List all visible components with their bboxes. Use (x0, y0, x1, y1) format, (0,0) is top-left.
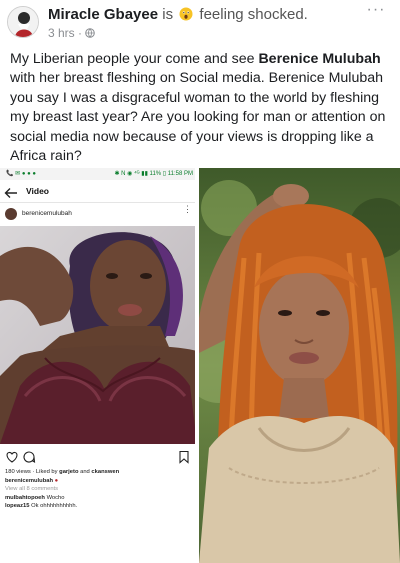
post-time[interactable]: 3 hrs (48, 26, 75, 40)
more-vertical-icon: ⋮ (183, 204, 192, 214)
instagram-avatar (5, 208, 17, 220)
more-horizontal-icon: ··· (366, 1, 386, 18)
instagram-screenshot-photo[interactable]: 📞 ✉ ● ● ● ✱ N ◉ ⁴ᴳ ▮▮ 11% ▯ 11:58 PM Vid… (0, 168, 197, 563)
views-line: 180 views · Liked by garjeto and ckanswe… (5, 468, 195, 477)
views-text: 180 views · Liked by (5, 469, 58, 475)
instagram-nav-title: Video (26, 186, 49, 196)
author-avatar[interactable] (7, 6, 39, 38)
globe-icon (85, 27, 96, 38)
comment-2-user: lopeaz15 (5, 503, 30, 510)
post-meta: 3 hrs · (48, 26, 96, 40)
phone-status-bar: 📞 ✉ ● ● ● ✱ N ◉ ⁴ᴳ ▮▮ 11% ▯ 11:58 PM (0, 168, 195, 180)
instagram-username: berenicemulubah (22, 210, 72, 217)
post-text-part1: My Liberian people your come and see (10, 51, 259, 67)
liker-1: garjeto (59, 469, 79, 475)
post-text: My Liberian people your come and see Ber… (10, 50, 392, 166)
heart-icon[interactable] (5, 450, 19, 464)
caption-user: berenicemulubah (5, 477, 53, 484)
divider (0, 202, 195, 203)
comment-1-user: mulbahtopoeh (5, 494, 45, 501)
instagram-caption: 180 views · Liked by garjeto and ckanswe… (5, 468, 195, 511)
post-header: Miracle Gbayee is feeling shocked. 3 hrs… (0, 0, 400, 44)
instagram-action-bar (0, 448, 195, 466)
liker-2: ckanswen (91, 469, 120, 475)
comment-1-text: Wocho (46, 494, 65, 501)
post-text-part2: with her breast fleshing on Social media… (10, 70, 386, 165)
meta-separator: · (78, 26, 83, 40)
shocked-emoji-icon (179, 7, 193, 21)
caption-line: berenicemulubah ● (5, 477, 195, 486)
bookmark-icon[interactable] (177, 450, 191, 464)
and-word: and (80, 469, 90, 475)
comment-2-text: Ok ohhhhhhhhhh. (31, 503, 78, 510)
status-left: 📞 ✉ ● ● ● (6, 171, 37, 177)
portrait-photo[interactable] (199, 168, 400, 563)
instagram-nav-bar: Video (0, 182, 195, 202)
caption-emoji-icon: ● (54, 477, 59, 484)
header-title: Miracle Gbayee is feeling shocked. (48, 6, 308, 24)
feeling-text: feeling shocked. (199, 6, 308, 23)
view-comments-link: View all 8 comments (5, 486, 59, 493)
is-word: is (162, 6, 174, 23)
more-options-button[interactable]: ··· (366, 1, 386, 20)
instagram-video-frame (0, 226, 195, 444)
back-arrow-icon (4, 186, 18, 198)
status-right: ✱ N ◉ ⁴ᴳ ▮▮ 11% ▯ 11:58 PM (114, 171, 193, 177)
mentioned-name: Berenice Mulubah (258, 51, 381, 67)
comment-2: lopeaz15 Ok ohhhhhhhhhh. (5, 502, 195, 511)
comment-1: mulbahtopoeh Wocho (5, 494, 195, 503)
author-name[interactable]: Miracle Gbayee (48, 6, 158, 23)
comment-icon[interactable] (22, 450, 36, 464)
instagram-user-row: berenicemulubah ⋮ (0, 204, 195, 225)
